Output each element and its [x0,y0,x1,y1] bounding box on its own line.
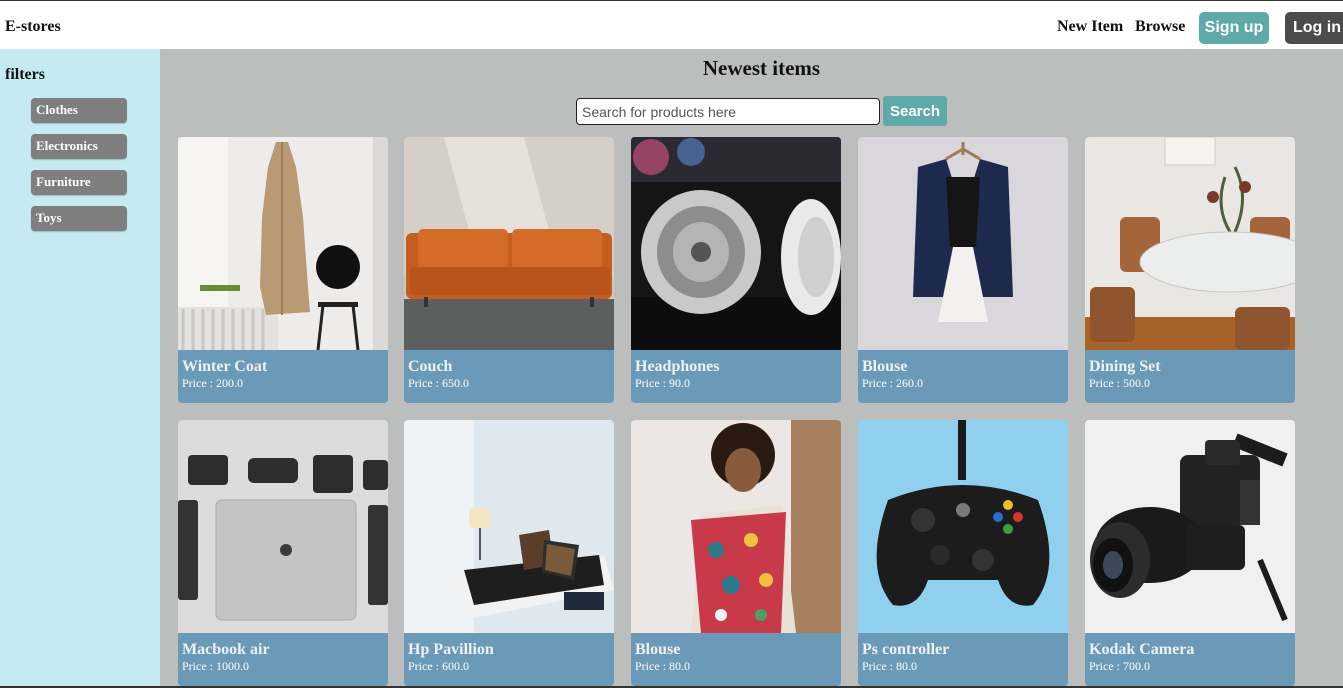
desk-laptop-photo [404,420,614,633]
product-card[interactable]: Couch Price : 650.0 [404,137,614,403]
headphones-photo [631,137,841,350]
item-name: Winter Coat [182,358,268,375]
item-price: Price : 260.0 [862,376,923,390]
couch-photo [404,137,614,350]
item-name: Macbook air [182,641,270,658]
item-price: Price : 200.0 [182,376,243,390]
filter-furniture[interactable]: Furniture [31,170,127,195]
item-name: Dining Set [1089,358,1161,375]
item-name: Couch [408,358,453,375]
item-price: Price : 650.0 [408,376,469,390]
product-card[interactable]: Ps controller Price : 80.0 [858,420,1068,686]
filter-electronics[interactable]: Electronics [31,134,127,159]
item-name: Headphones [635,358,720,375]
top-navbar: E-stores New Item Browse Sign up Log in [0,0,1343,49]
product-card[interactable]: Winter Coat Price : 200.0 [178,137,388,403]
login-button[interactable]: Log in [1285,12,1343,44]
product-card[interactable]: Headphones Price : 90.0 [631,137,841,403]
dining-set-photo [1085,137,1295,350]
brand-logo[interactable]: E-stores [5,18,61,36]
main-content: Newest items Search Winter Coat Price : … [160,49,1343,688]
item-price: Price : 90.0 [635,376,690,390]
item-name: Kodak Camera [1089,641,1195,658]
item-name: Ps controller [862,641,950,658]
filters-sidebar: filters Clothes Electronics Furniture To… [0,49,160,688]
product-card[interactable]: Blouse Price : 80.0 [631,420,841,686]
camera-photo [1085,420,1295,633]
product-card[interactable]: Macbook air Price : 1000.0 [178,420,388,686]
page-title: Newest items [702,56,821,80]
nav-new-item[interactable]: New Item [1057,18,1123,36]
item-name: Hp Pavillion [408,641,494,658]
item-name: Blouse [635,641,681,658]
product-card[interactable]: Kodak Camera Price : 700.0 [1085,420,1295,686]
signup-button[interactable]: Sign up [1199,12,1269,44]
floral-blouse-photo [631,420,841,633]
item-price: Price : 600.0 [408,659,469,673]
item-price: Price : 1000.0 [182,659,249,673]
product-card[interactable]: Dining Set Price : 500.0 [1085,137,1295,403]
search-button[interactable]: Search [883,96,947,126]
controller-photo [858,420,1068,633]
item-price: Price : 80.0 [862,659,917,673]
filters-title: filters [5,66,45,83]
item-price: Price : 80.0 [635,659,690,673]
item-name: Blouse [862,358,908,375]
product-card[interactable]: Hp Pavillion Price : 600.0 [404,420,614,686]
coat-photo [178,137,388,350]
search-input[interactable] [576,98,880,125]
blouse-vest-photo [858,137,1068,350]
item-price: Price : 700.0 [1089,659,1150,673]
nav-browse[interactable]: Browse [1135,18,1185,36]
filter-toys[interactable]: Toys [31,206,127,231]
item-price: Price : 500.0 [1089,376,1150,390]
product-card[interactable]: Blouse Price : 260.0 [858,137,1068,403]
filter-clothes[interactable]: Clothes [31,98,127,123]
macbook-photo [178,420,388,633]
